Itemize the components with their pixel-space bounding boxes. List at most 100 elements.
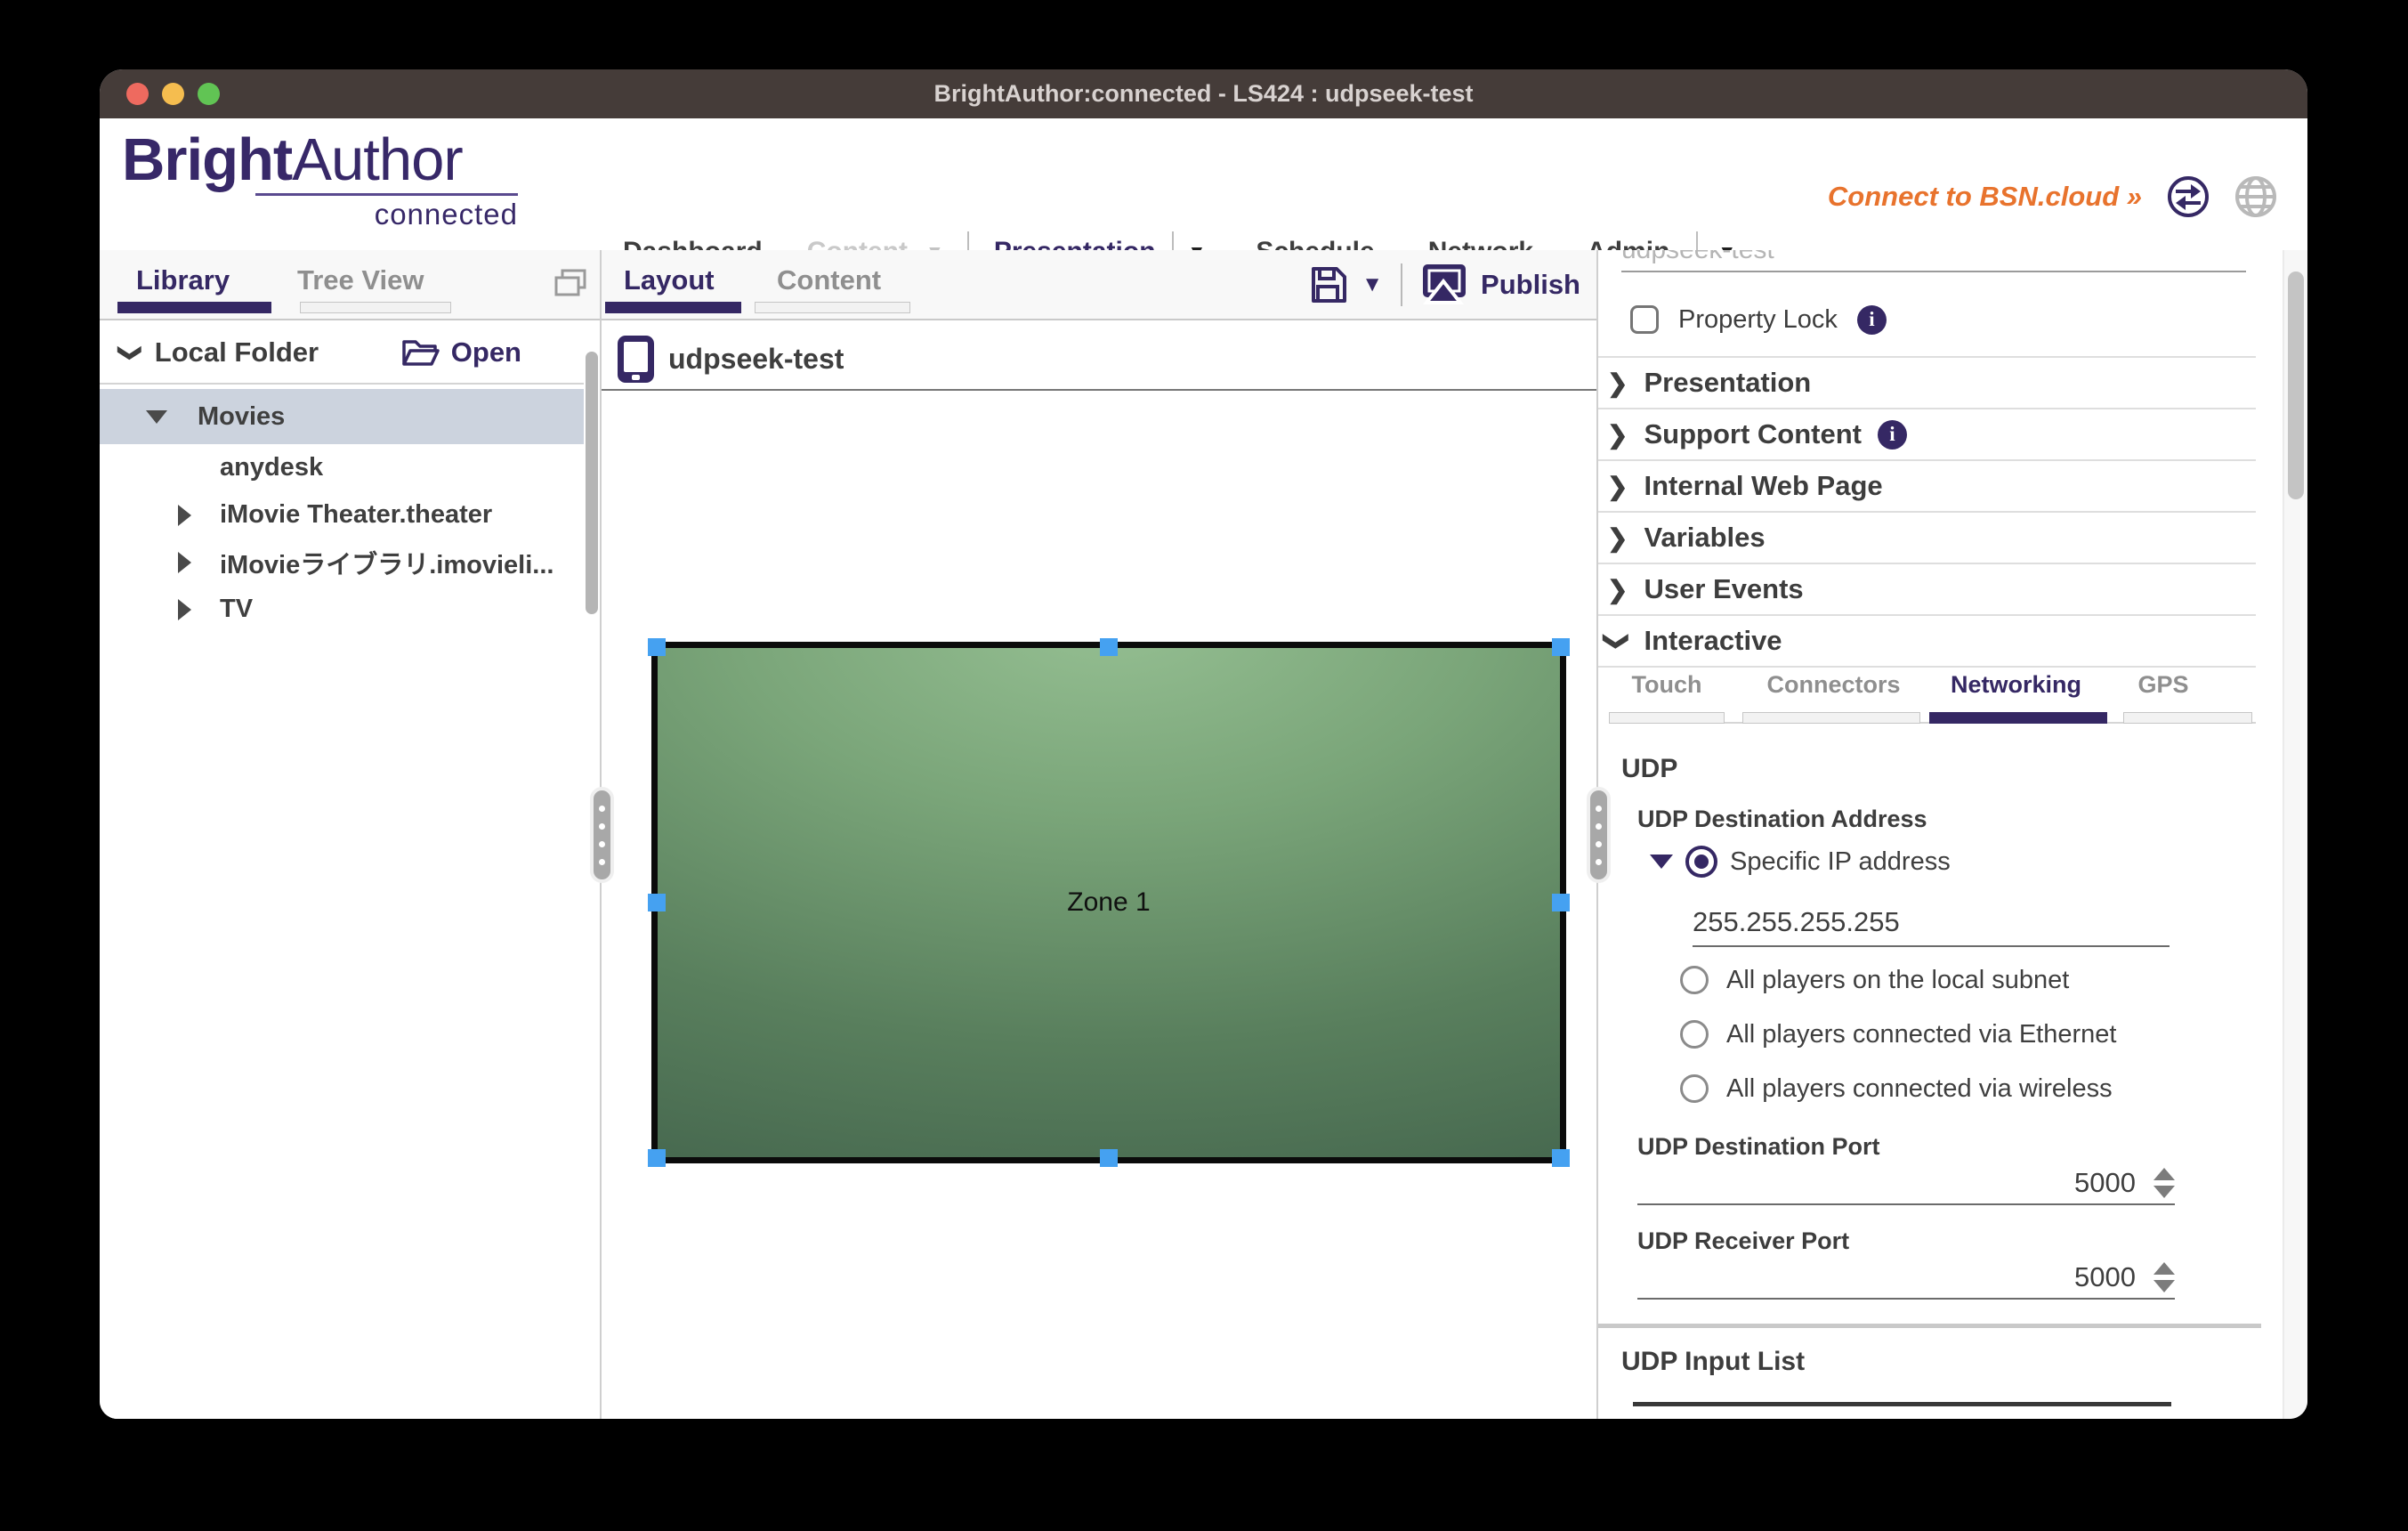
tree-item-anydesk[interactable]: anydesk <box>100 444 584 491</box>
tab-library[interactable]: Library <box>136 264 230 296</box>
resize-handle-bottom-left[interactable] <box>648 1149 666 1167</box>
logo-bright: Bright <box>122 126 292 193</box>
ip-address-input[interactable] <box>1693 906 2170 947</box>
resize-handle-bottom-right[interactable] <box>1552 1149 1570 1167</box>
open-folder-button[interactable]: Open <box>401 336 521 369</box>
titlebar[interactable]: BrightAuthor:connected - LS424 : udpseek… <box>100 69 2307 118</box>
logo-author: Author <box>292 126 462 193</box>
udp-receiver-port-value[interactable]: 5000 <box>2074 1261 2136 1293</box>
expand-triangle-icon[interactable] <box>1650 855 1673 869</box>
udp-receiver-port-label: UDP Receiver Port <box>1637 1227 1849 1255</box>
section-support-content[interactable]: ❯ Support Content i <box>1598 409 2256 461</box>
tree-item-movies[interactable]: Movies <box>100 389 584 444</box>
section-presentation[interactable]: ❯ Presentation <box>1598 358 2256 409</box>
property-lock-info-icon[interactable]: i <box>1857 305 1887 335</box>
resize-handle-top-center[interactable] <box>1100 638 1118 656</box>
sidebar-scrollbar-thumb[interactable] <box>586 352 598 614</box>
resize-handle-top-right[interactable] <box>1552 638 1570 656</box>
section-label: User Events <box>1644 573 1803 605</box>
layout-tab-indicator <box>605 302 741 313</box>
local-folder-collapse-icon[interactable]: ❯ <box>117 343 144 362</box>
destination-port-stepper[interactable] <box>2153 1168 2175 1198</box>
save-icon[interactable] <box>1308 264 1349 305</box>
header-right: Connect to BSN.cloud » <box>1828 175 2277 218</box>
resize-handle-middle-right[interactable] <box>1552 894 1570 911</box>
specific-ip-label: Specific IP address <box>1730 847 1951 877</box>
tab-content[interactable]: Content <box>777 264 881 296</box>
collapsed-arrow-icon[interactable] <box>178 505 191 526</box>
tree-item-tv[interactable]: TV <box>100 586 584 633</box>
tab-networking[interactable]: Networking <box>1934 671 2098 699</box>
property-lock-checkbox[interactable] <box>1630 305 1659 334</box>
brightauthor-logo: BrightAuthor connected <box>122 129 518 231</box>
chevron-right-icon: ❯ <box>1607 472 1628 501</box>
section-interactive[interactable]: ❯ Interactive <box>1598 616 2256 668</box>
gps-tab-indicator <box>2123 712 2252 724</box>
property-lock-label: Property Lock <box>1678 305 1838 335</box>
stepper-up-icon[interactable] <box>2153 1168 2175 1180</box>
resize-handle-top-left[interactable] <box>648 638 666 656</box>
section-variables[interactable]: ❯ Variables <box>1598 513 2256 564</box>
tab-tree-view[interactable]: Tree View <box>297 264 424 296</box>
option-label: All players connected via wireless <box>1726 1074 2113 1104</box>
tree-item-label: Movies <box>198 402 285 432</box>
tab-gps[interactable]: GPS <box>2114 671 2212 699</box>
specific-ip-radio[interactable] <box>1685 846 1717 878</box>
main-area: Library Tree View ❯ Local Folder Open <box>100 250 2307 1419</box>
toolbar-separator <box>1401 263 1402 306</box>
name-field-underline <box>1621 271 2246 272</box>
tab-layout[interactable]: Layout <box>624 264 715 296</box>
stepper-down-icon[interactable] <box>2153 1280 2175 1292</box>
resize-handle-middle-left[interactable] <box>648 894 666 911</box>
touch-tab-indicator <box>1609 712 1725 724</box>
section-label: Internal Web Page <box>1644 470 1882 502</box>
section-user-events[interactable]: ❯ User Events <box>1598 564 2256 616</box>
udp-receiver-port-row: 5000 <box>1637 1256 2175 1300</box>
library-sidebar: Library Tree View ❯ Local Folder Open <box>100 250 602 1419</box>
canvas-toolbar: ▼ Publish <box>1308 257 1580 312</box>
property-lock-row: Property Lock i <box>1630 300 1887 339</box>
udp-destination-port-value[interactable]: 5000 <box>2074 1167 2136 1199</box>
tab-connectors[interactable]: Connectors <box>1751 671 1916 699</box>
stepper-up-icon[interactable] <box>2153 1262 2175 1275</box>
tab-touch[interactable]: Touch <box>1618 671 1716 699</box>
close-window-button[interactable] <box>126 83 149 105</box>
zoom-window-button[interactable] <box>198 83 220 105</box>
support-content-info-icon[interactable]: i <box>1878 420 1907 450</box>
connect-bsn-link[interactable]: Connect to BSN.cloud » <box>1828 181 2142 213</box>
logo-wordmark: BrightAuthor <box>122 129 518 191</box>
zone-1-region[interactable]: Zone 1 <box>651 642 1566 1163</box>
specific-ip-row: Specific IP address <box>1650 841 1951 882</box>
presentation-title-row: udpseek-test <box>602 328 1596 391</box>
tree-item-imovie-theater[interactable]: iMovie Theater.theater <box>100 491 584 539</box>
expanded-arrow-icon[interactable] <box>146 410 167 424</box>
minimize-window-button[interactable] <box>162 83 184 105</box>
local-subnet-radio[interactable] <box>1680 966 1709 994</box>
panel-splitter-handle[interactable] <box>1587 787 1611 883</box>
publish-icon[interactable] <box>1420 263 1468 307</box>
window-title: BrightAuthor:connected - LS424 : udpseek… <box>933 80 1473 108</box>
section-label: Variables <box>1644 522 1765 554</box>
save-caret-icon[interactable]: ▼ <box>1362 272 1383 297</box>
tree-item-imovie-library[interactable]: iMovieライブラリ.imovieli... <box>100 539 584 586</box>
stepper-down-icon[interactable] <box>2153 1186 2175 1198</box>
receiver-port-stepper[interactable] <box>2153 1262 2175 1292</box>
panels-icon[interactable] <box>554 268 587 298</box>
library-tab-indicator <box>117 302 271 313</box>
section-internal-web-page[interactable]: ❯ Internal Web Page <box>1598 461 2256 513</box>
globe-icon[interactable] <box>2234 175 2277 218</box>
network-transfer-icon[interactable] <box>2167 175 2210 218</box>
ethernet-radio[interactable] <box>1680 1020 1709 1049</box>
panel-scrollbar-track[interactable] <box>2283 250 2307 1419</box>
sidebar-splitter-handle[interactable] <box>590 787 614 883</box>
resize-handle-bottom-center[interactable] <box>1100 1149 1118 1167</box>
publish-button[interactable]: Publish <box>1481 269 1580 301</box>
collapsed-arrow-icon[interactable] <box>178 552 191 573</box>
wireless-radio[interactable] <box>1680 1074 1709 1103</box>
layout-canvas-pane: Layout Content ▼ Publish <box>602 250 1598 1419</box>
option-label: All players on the local subnet <box>1726 966 2069 995</box>
presentation-name-field[interactable]: udpseek-test <box>1621 250 2246 271</box>
section-label: Interactive <box>1644 625 1782 657</box>
panel-scrollbar-thumb[interactable] <box>2288 271 2304 499</box>
collapsed-arrow-icon[interactable] <box>178 599 191 620</box>
